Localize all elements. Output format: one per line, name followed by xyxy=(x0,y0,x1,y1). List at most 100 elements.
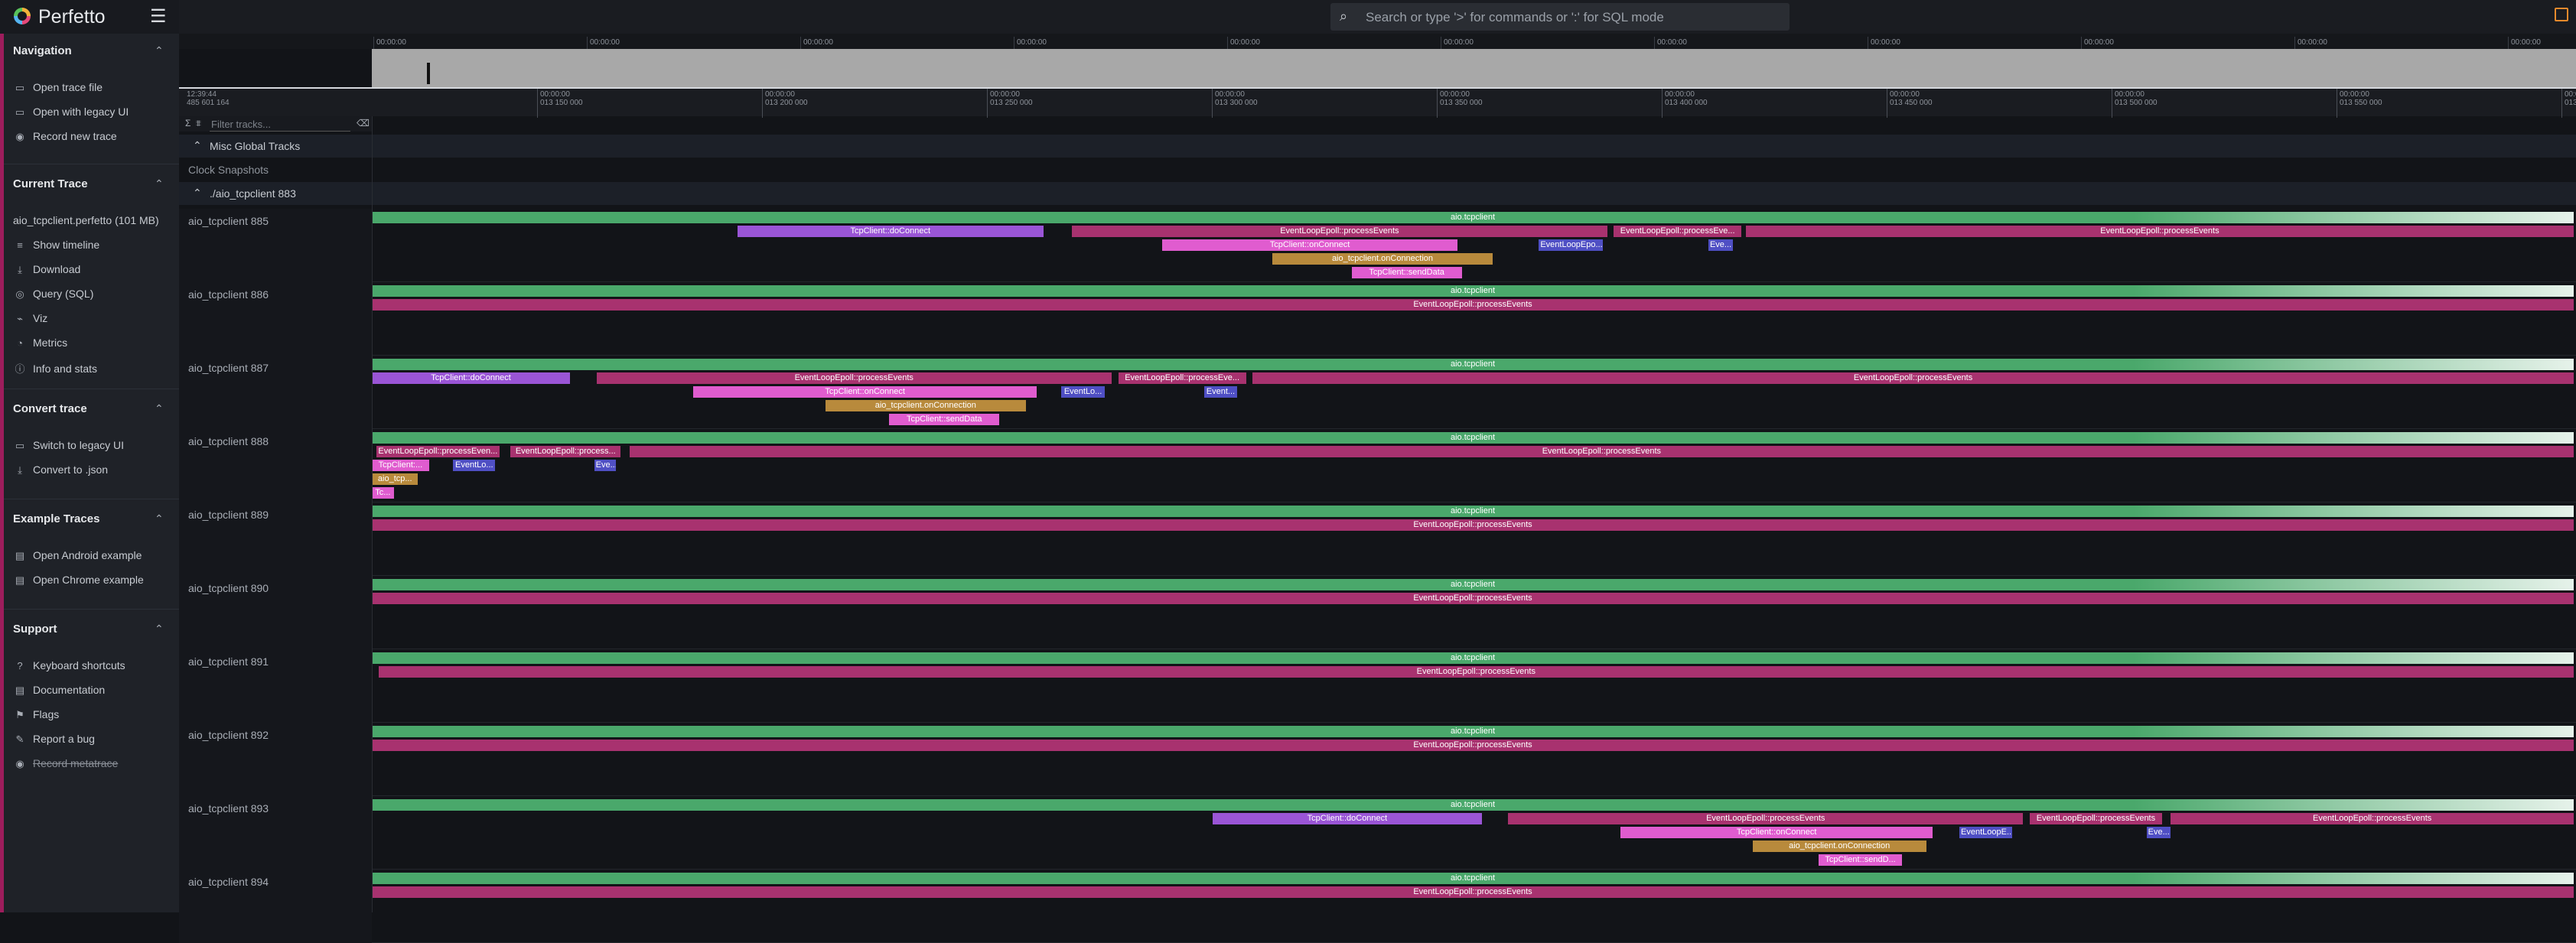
chevron-up-icon[interactable]: ⌃ xyxy=(155,402,164,415)
trace-slice[interactable]: aio.tcpclient xyxy=(372,285,2574,297)
trace-slice[interactable]: EventLoopEpoll::processEvents xyxy=(1745,226,2574,237)
trace-slice[interactable]: EventLoopEpoll::processEven... xyxy=(376,446,500,457)
trace-slice[interactable]: EventLoopEpoll::processEvents xyxy=(2030,813,2162,824)
trace-slice[interactable]: EventLoopEpoll::processEvents xyxy=(1252,372,2574,384)
trace-slice[interactable]: aio_tcpclient.onConnection xyxy=(1752,841,1926,852)
thread-track[interactable]: aio_tcpclient 890 aio.tcpclient EventLoopE… xyxy=(179,576,2576,649)
trace-slice[interactable]: aio.tcpclient xyxy=(372,652,2574,664)
track-clock-snapshots[interactable]: Clock Snapshots xyxy=(179,158,2576,180)
trace-slice[interactable]: aio.tcpclient xyxy=(372,799,2574,811)
sidebar-item[interactable]: ▭ Open trace file xyxy=(13,81,103,99)
sidebar-item[interactable]: ▭ Open with legacy UI xyxy=(13,106,129,124)
trace-slice[interactable]: EventLo... xyxy=(1060,386,1106,398)
sidebar-section-title[interactable]: Navigation xyxy=(13,44,72,57)
track-group-process[interactable]: ⌃ ./aio_tcpclient 883 xyxy=(179,182,2576,205)
sidebar-item[interactable]: ◉ Record new trace xyxy=(13,130,116,148)
trace-slice[interactable]: aio.tcpclient xyxy=(372,873,2574,884)
collapse-chevron-icon[interactable]: ⌃ xyxy=(193,139,202,152)
trace-slice[interactable]: EventLo... xyxy=(453,460,496,471)
trace-slice[interactable]: aio.tcpclient xyxy=(372,506,2574,517)
thread-track[interactable]: aio_tcpclient 892 aio.tcpclient EventLoopE… xyxy=(179,723,2576,796)
trace-slice[interactable]: EventLoopEpoll::process... xyxy=(510,446,621,457)
trace-slice[interactable]: EventLoopEpoll::processEvents xyxy=(372,740,2574,751)
track-group-misc-global[interactable]: ⌃ Misc Global Tracks xyxy=(179,135,2576,158)
trace-slice[interactable]: EventLoopEpoll::processEve... xyxy=(1118,372,1246,384)
thread-track[interactable]: aio_tcpclient 885 aio.tcpclient TcpClient:… xyxy=(179,209,2576,282)
chevron-up-icon[interactable]: ⌃ xyxy=(155,44,164,57)
sidebar-item[interactable]: ▤ Documentation xyxy=(13,684,105,702)
sidebar-item[interactable]: ◔ Metrics xyxy=(13,337,67,355)
trace-slice[interactable]: EventLoopEpoll::processEvents xyxy=(372,519,2574,531)
sidebar-section-title[interactable]: Example Traces xyxy=(13,512,99,525)
thread-track[interactable]: aio_tcpclient 889 aio.tcpclient EventLoopE… xyxy=(179,502,2576,576)
trace-slice[interactable]: aio.tcpclient xyxy=(372,212,2574,223)
trace-slice[interactable]: aio.tcpclient xyxy=(372,579,2574,590)
omnibox[interactable]: ⌕ xyxy=(1330,3,1790,31)
trace-slice[interactable]: aio_tcpclient.onConnection xyxy=(825,400,1026,411)
thread-track[interactable]: aio_tcpclient 886 aio.tcpclient EventLoopE… xyxy=(179,282,2576,356)
track-filter-input[interactable] xyxy=(210,117,350,132)
collapse-all-icon[interactable]: Σ xyxy=(185,118,191,128)
trace-slice[interactable]: TcpClient:... xyxy=(372,460,429,471)
trace-slice[interactable]: TcpClient::onConnect xyxy=(1620,827,1933,838)
trace-slice[interactable]: EventLoopE... xyxy=(1959,827,2013,838)
trace-slice[interactable]: TcpClient::sendData xyxy=(1351,267,1462,278)
trace-slice[interactable]: Eve... xyxy=(1708,239,1733,251)
trace-slice[interactable]: TcpClient::sendD... xyxy=(1818,854,1903,866)
collapse-chevron-icon[interactable]: ⌃ xyxy=(193,187,202,200)
sidebar-item[interactable]: ⚑ Flags xyxy=(13,708,59,727)
trace-slice[interactable]: aio.tcpclient xyxy=(372,432,2574,444)
sidebar-section-title[interactable]: Current Trace xyxy=(13,177,88,190)
sidebar-item[interactable]: ≡ Show timeline xyxy=(13,239,99,257)
trace-slice[interactable]: TcpClient::onConnect xyxy=(1162,239,1457,251)
trace-slice[interactable]: TcpClient::doConnect xyxy=(737,226,1044,237)
sidebar-item[interactable]: aio_tcpclient.perfetto (101 MB) xyxy=(13,214,159,232)
thread-track[interactable]: aio_tcpclient 891 aio.tcpclient EventLoopE… xyxy=(179,649,2576,723)
sidebar-item[interactable]: ◎ Query (SQL) xyxy=(13,288,93,306)
trace-slice[interactable]: Eve... xyxy=(594,460,617,471)
trace-slice[interactable]: TcpClient::doConnect xyxy=(372,372,571,384)
sidebar-item[interactable]: ◉ Record metatrace xyxy=(13,757,118,776)
trace-slice[interactable]: TcpClient::doConnect xyxy=(1213,813,1482,824)
sidebar-item[interactable]: ⤓ Download xyxy=(13,263,80,281)
chevron-up-icon[interactable]: ⌃ xyxy=(155,512,164,525)
trace-slice[interactable]: EventLoopEpoll::processEvents xyxy=(2171,813,2574,824)
filter-icon[interactable]: ⩨ xyxy=(196,118,201,129)
trace-slice[interactable]: EventLoopEpoll::processEvents xyxy=(596,372,1112,384)
hamburger-menu-icon[interactable]: ☰ xyxy=(150,8,167,26)
sidebar-item[interactable]: ▤ Open Android example xyxy=(13,549,142,567)
sidebar-item[interactable]: ✎ Report a bug xyxy=(13,733,95,751)
trace-slice[interactable]: aio_tcpclient.onConnection xyxy=(1272,253,1493,265)
clear-filter-icon[interactable]: ⌫ xyxy=(357,118,370,128)
sidebar-item[interactable]: ▤ Open Chrome example xyxy=(13,574,144,592)
trace-slice[interactable]: EventLoopEpoll::processEvents xyxy=(1508,813,2024,824)
sidebar-item[interactable]: ⌁ Viz xyxy=(13,312,47,330)
chevron-up-icon[interactable]: ⌃ xyxy=(155,177,164,190)
trace-slice[interactable]: EventLoopEpoll::processEvents xyxy=(372,886,2574,898)
thread-track[interactable]: aio_tcpclient 887 aio.tcpclient TcpClient:… xyxy=(179,356,2576,429)
trace-slice[interactable]: Eve... xyxy=(2146,827,2171,838)
trace-slice[interactable]: TcpClient::sendData xyxy=(889,414,1000,425)
trace-slice[interactable]: aio.tcpclient xyxy=(372,359,2574,370)
trace-slice[interactable]: EventLoopEpoll::processEvents xyxy=(629,446,2574,457)
overview-cursor[interactable] xyxy=(427,63,430,84)
chevron-up-icon[interactable]: ⌃ xyxy=(155,623,164,636)
sidebar-item[interactable]: ▭ Switch to legacy UI xyxy=(13,439,124,457)
trace-slice[interactable]: EventLoopEpoll::processEvents xyxy=(372,593,2574,604)
sidebar-section-title[interactable]: Convert trace xyxy=(13,402,87,415)
sidebar-item[interactable]: ⓘ Info and stats xyxy=(13,361,97,379)
trace-slice[interactable]: EventLoopEpoll::processEvents xyxy=(378,666,2574,678)
sidebar-section-title[interactable]: Support xyxy=(13,623,57,636)
trace-slice[interactable]: Event... xyxy=(1203,386,1238,398)
trace-slice[interactable]: Tc... xyxy=(372,487,394,499)
trace-slice[interactable]: aio_tcp... xyxy=(372,473,418,485)
trace-slice[interactable]: EventLoopEpoll::processEvents xyxy=(372,299,2574,311)
sidebar-item[interactable]: ? Keyboard shortcuts xyxy=(13,659,125,678)
thread-track[interactable]: aio_tcpclient 894 aio.tcpclient EventLoopE… xyxy=(179,870,2576,943)
sidebar-item[interactable]: ⤓ Convert to .json xyxy=(13,463,108,482)
thread-track[interactable]: aio_tcpclient 893 aio.tcpclient TcpClient:… xyxy=(179,796,2576,870)
trace-slice[interactable]: EventLoopEpoll::processEvents xyxy=(1072,226,1607,237)
overview-timeline[interactable] xyxy=(372,49,2576,87)
trace-slice[interactable]: TcpClient::onConnect xyxy=(693,386,1037,398)
trace-slice[interactable]: EventLoopEpoll::processEve... xyxy=(1614,226,1742,237)
